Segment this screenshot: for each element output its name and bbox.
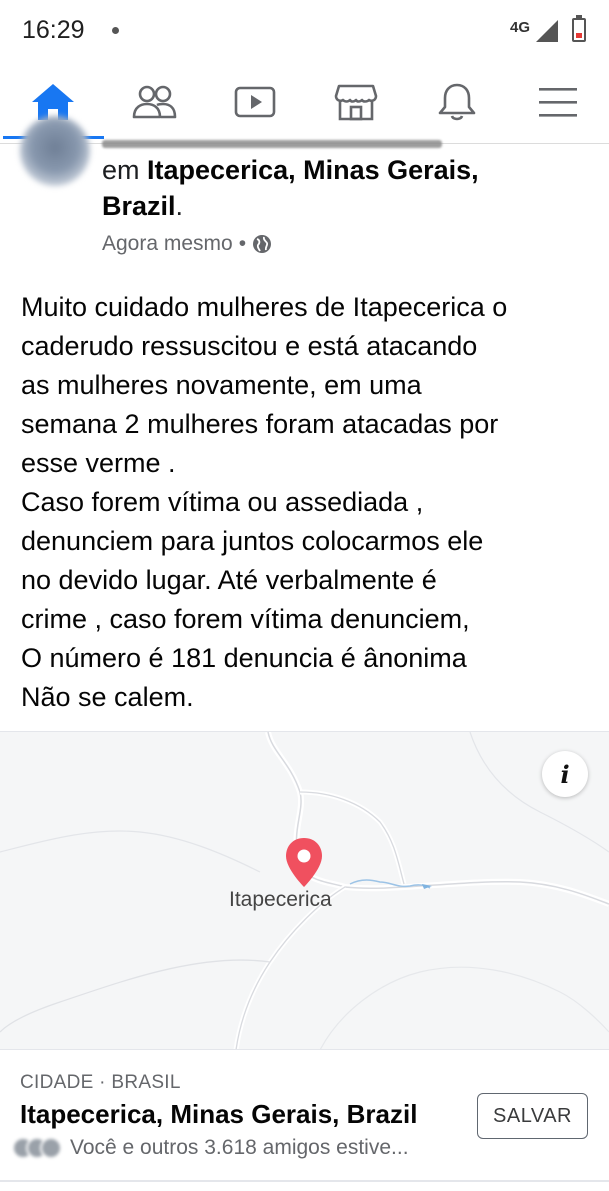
place-name[interactable]: Itapecerica, Minas Gerais, Brazil — [20, 1099, 417, 1130]
tab-menu[interactable] — [508, 66, 608, 138]
post-body-line: Não se calem. — [21, 682, 194, 712]
post-timestamp[interactable]: Agora mesmo — [102, 232, 233, 256]
globe-icon[interactable] — [252, 234, 272, 254]
author-avatar[interactable] — [20, 116, 90, 186]
watch-icon — [234, 86, 276, 118]
post-meta: Agora mesmo • — [102, 232, 272, 256]
tab-friends[interactable] — [104, 66, 204, 138]
checkin-prefix: em — [102, 155, 148, 185]
signal-icon — [536, 20, 558, 42]
map-pin-icon — [286, 838, 322, 887]
tab-notifications[interactable] — [407, 66, 507, 138]
menu-icon — [539, 88, 577, 117]
post-body-line: Muito cuidado mulheres de Itapecerica o — [21, 292, 508, 322]
top-nav-bar — [0, 66, 609, 144]
status-bar: 16:29 4G — [0, 0, 609, 62]
place-type: CIDADE · BRASIL — [20, 1072, 181, 1093]
post-body-line: Caso forem vítima ou assediada , — [21, 487, 424, 517]
marketplace-icon — [334, 84, 378, 121]
tab-marketplace[interactable] — [306, 66, 406, 138]
author-name-obscured[interactable] — [102, 140, 442, 148]
notification-dot-icon — [112, 27, 119, 34]
post-body-line: semana 2 mulheres foram atacadas por — [21, 409, 499, 439]
checkin-place-country[interactable]: Brazil — [102, 191, 176, 221]
post-body-line: denunciem para juntos colocarmos ele — [21, 526, 484, 556]
map-info-button[interactable]: i — [542, 751, 588, 797]
bell-icon — [438, 83, 476, 121]
checkin-text: em Itapecerica, Minas Gerais, Brazil. — [102, 152, 562, 224]
meta-separator: • — [238, 232, 247, 255]
divider — [0, 1180, 609, 1182]
checkin-place-link[interactable]: Itapecerica, Minas Gerais, — [147, 155, 479, 185]
friends-icon — [132, 85, 177, 119]
checkin-suffix: . — [175, 191, 184, 221]
post-body-line: esse verme . — [21, 448, 176, 478]
post-body-text: Muito cuidado mulheres de Itapecerica o c… — [21, 288, 596, 717]
post-body-line: caderudo ressuscitou e está atacando — [21, 331, 478, 361]
map-place-label: Itapecerica — [229, 888, 332, 911]
friends-visited-text[interactable]: Você e outros 3.618 amigos estive... — [70, 1136, 409, 1160]
save-button[interactable]: SALVAR — [477, 1093, 588, 1139]
post-body-line: as mulheres novamente, em uma — [21, 370, 422, 400]
battery-icon — [572, 15, 586, 42]
tab-watch[interactable] — [205, 66, 305, 138]
friend-avatars — [12, 1137, 62, 1159]
post-body-line: no devido lugar. Até verbalmente é — [21, 565, 437, 595]
network-type: 4G — [510, 19, 531, 36]
post-body-line: crime , caso forem vítima denunciem, — [21, 604, 470, 634]
status-time: 16:29 — [22, 16, 85, 44]
post-body-line: O número é 181 denuncia é ânonima — [21, 643, 467, 673]
